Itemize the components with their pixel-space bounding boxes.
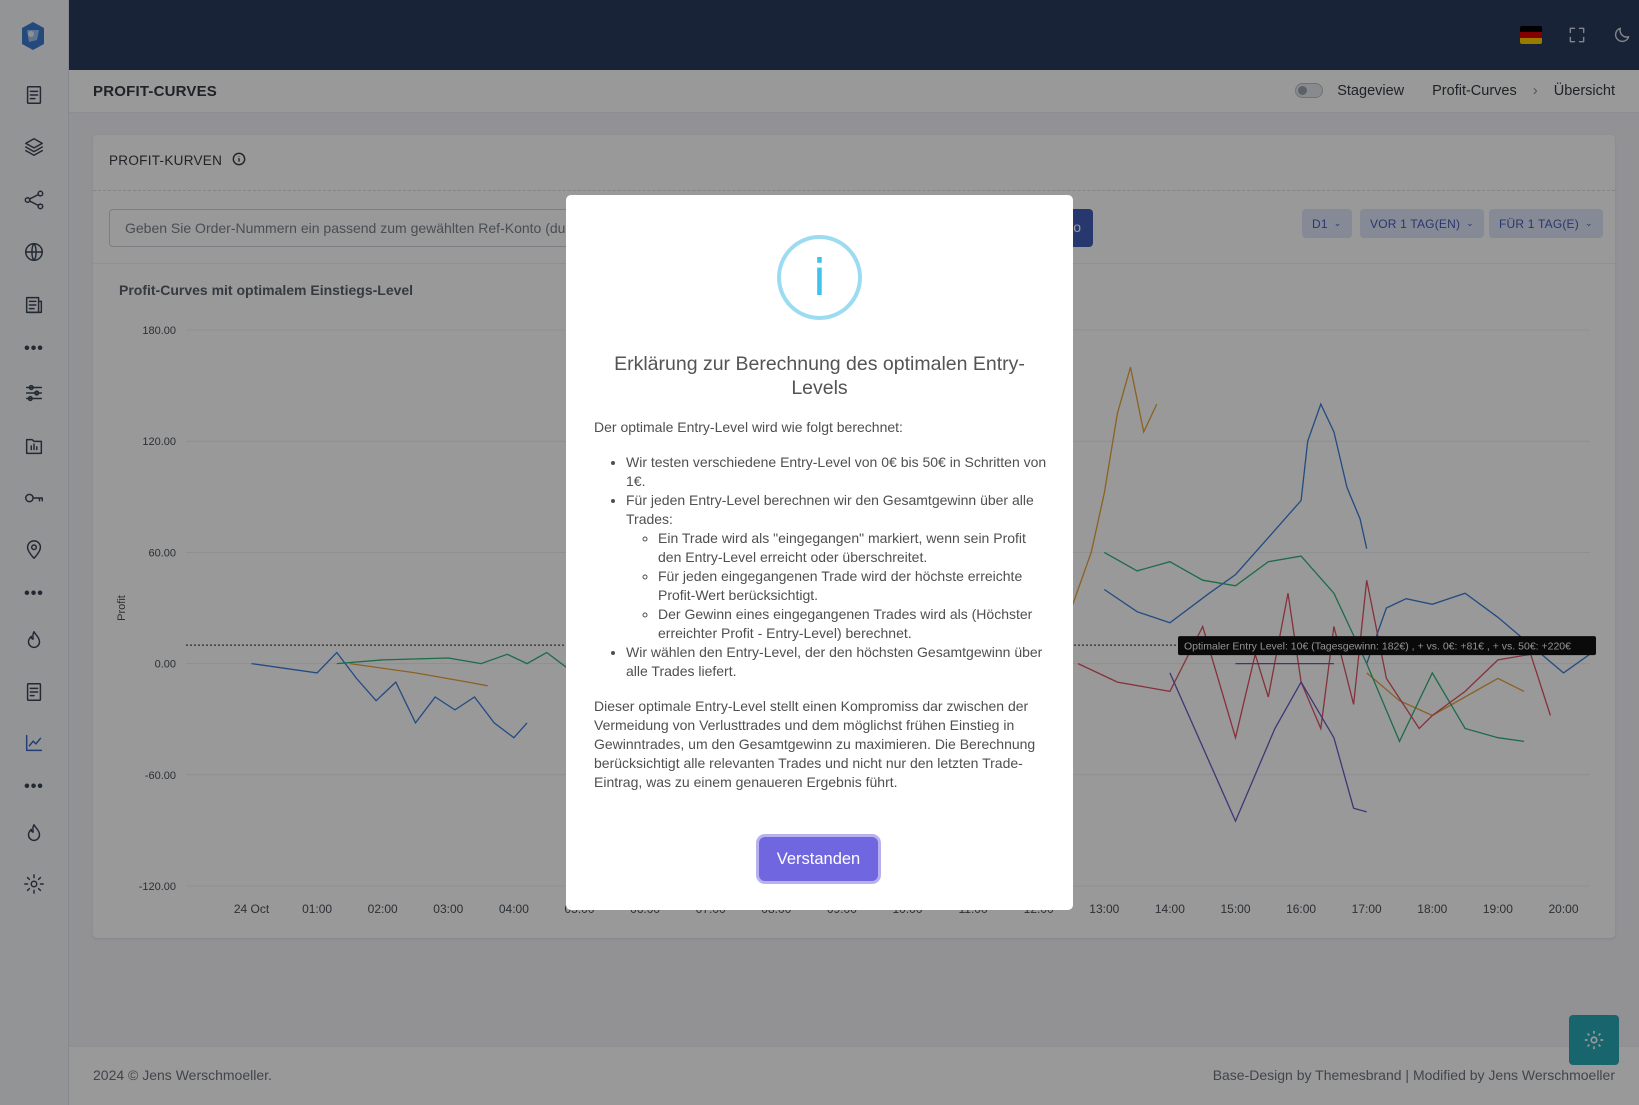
- dialog-title: Erklärung zur Berechnung des optimalen E…: [614, 353, 1025, 399]
- confirm-button[interactable]: Verstanden: [759, 837, 878, 881]
- list-item: Wir wählen den Entry-Level, der den höch…: [626, 643, 1049, 681]
- dialog-list: Wir testen verschiedene Entry-Level von …: [594, 453, 1049, 681]
- dialog-sublist: Ein Trade wird als "eingegangen" markier…: [626, 529, 1049, 643]
- dialog-conclusion: Dieser optimale Entry-Level stellt einen…: [594, 698, 1036, 790]
- sub-list-item: Ein Trade wird als "eingegangen" markier…: [658, 529, 1049, 567]
- info-dialog: i Erklärung zur Berechnung des optimalen…: [566, 195, 1073, 910]
- list-item: Wir testen verschiedene Entry-Level von …: [626, 453, 1049, 491]
- list-item-text: Für jeden Entry-Level berechnen wir den …: [626, 492, 1034, 527]
- info-circle-icon: i: [777, 235, 862, 320]
- dialog-body: Der optimale Entry-Level wird wie folgt …: [594, 418, 1049, 808]
- sub-list-item: Für jeden eingegangenen Trade wird der h…: [658, 567, 1049, 605]
- dialog-intro: Der optimale Entry-Level wird wie folgt …: [594, 419, 903, 435]
- sub-list-item: Der Gewinn eines eingegangenen Trades wi…: [658, 605, 1049, 643]
- list-item: Für jeden Entry-Level berechnen wir den …: [626, 491, 1049, 643]
